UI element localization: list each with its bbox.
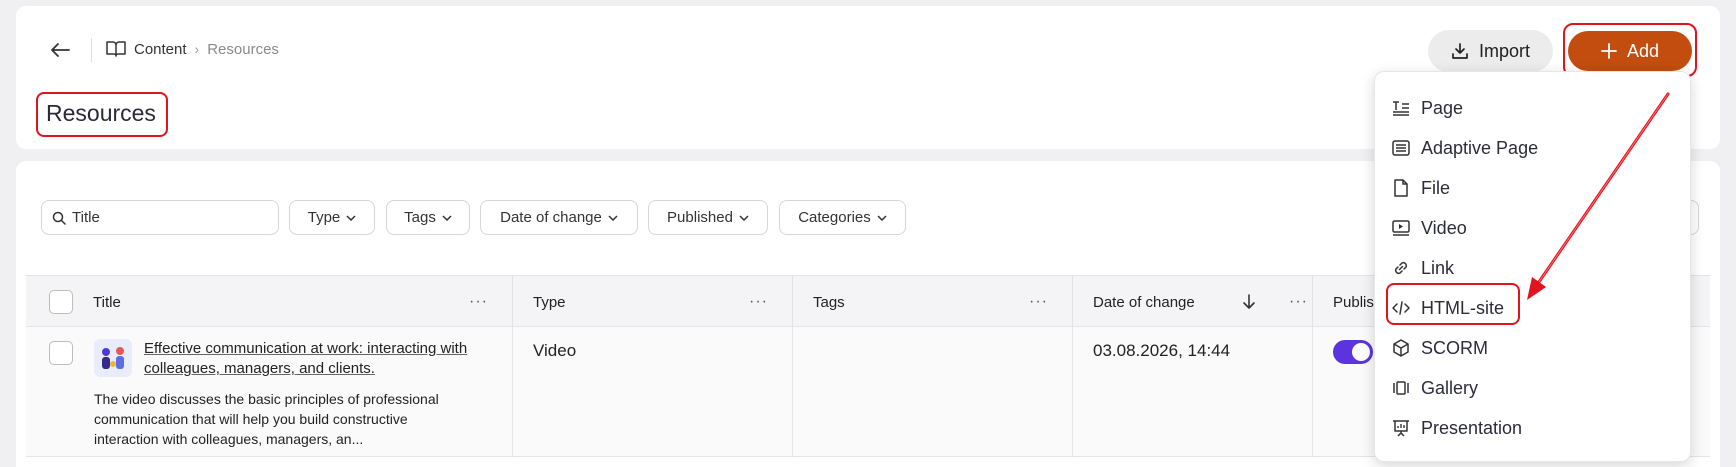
page-icon	[1391, 98, 1411, 118]
cube-icon	[1391, 338, 1411, 358]
import-label: Import	[1478, 40, 1530, 61]
link-icon	[1391, 258, 1411, 278]
menu-item-label: Gallery	[1421, 377, 1479, 398]
column-separator	[792, 276, 793, 328]
breadcrumb-content[interactable]: Content	[134, 41, 187, 58]
video-icon	[1391, 218, 1411, 238]
cell-separator	[1312, 327, 1313, 457]
menu-item-presentation[interactable]: Presentation	[1391, 412, 1522, 444]
chevron-down-icon	[442, 214, 452, 221]
gallery-icon	[1391, 378, 1411, 398]
column-separator	[1072, 276, 1073, 328]
filter-type-label: Type	[307, 209, 341, 226]
sort-arrow-down-icon[interactable]	[1242, 294, 1256, 310]
column-tags[interactable]: Tags	[813, 276, 845, 328]
column-type[interactable]: Type	[533, 276, 566, 328]
search-input[interactable]	[72, 209, 252, 226]
menu-item-label: Video	[1421, 217, 1467, 238]
column-type-menu-icon[interactable]: ···	[749, 293, 768, 311]
search-icon	[52, 211, 66, 225]
breadcrumb-separator: ›	[194, 41, 200, 57]
import-button[interactable]: Import	[1428, 30, 1553, 72]
breadcrumb: Content › Resources	[106, 40, 279, 58]
filter-date-button[interactable]: Date of change	[480, 200, 638, 235]
menu-item-label: File	[1421, 177, 1451, 198]
cell-separator	[512, 327, 513, 457]
chevron-down-icon	[608, 214, 618, 221]
menu-item-link[interactable]: Link	[1391, 252, 1454, 284]
select-all-checkbox[interactable]	[49, 290, 73, 314]
column-title[interactable]: Title	[93, 276, 121, 328]
adaptive-page-icon	[1391, 138, 1411, 158]
menu-item-page[interactable]: Page	[1391, 92, 1463, 124]
chevron-down-icon	[739, 214, 749, 221]
column-title-menu-icon[interactable]: ···	[469, 293, 488, 311]
filter-tags-button[interactable]: Tags	[386, 200, 470, 235]
add-annotation-box	[1563, 23, 1697, 77]
menu-item-label: Presentation	[1421, 417, 1523, 438]
cell-separator	[792, 327, 793, 457]
column-separator	[512, 276, 513, 328]
download-icon	[1452, 43, 1468, 59]
header-divider	[91, 38, 92, 62]
breadcrumb-resources: Resources	[207, 40, 279, 58]
title-annotation-box	[36, 92, 168, 137]
menu-item-label: Adaptive Page	[1421, 137, 1539, 158]
row-title-link[interactable]: Effective communication at work: interac…	[144, 339, 494, 379]
row-date: 03.08.2026, 14:44	[1093, 341, 1231, 360]
html-site-annotation-box	[1386, 283, 1520, 325]
menu-item-label: Page	[1421, 97, 1464, 118]
column-date[interactable]: Date of change	[1093, 276, 1195, 328]
filter-categories-label: Categories	[798, 209, 871, 226]
book-icon	[106, 41, 126, 57]
row-type: Video	[533, 341, 577, 360]
menu-item-video[interactable]: Video	[1391, 212, 1467, 244]
menu-item-adaptive-page[interactable]: Adaptive Page	[1391, 132, 1538, 164]
back-button[interactable]	[46, 38, 74, 62]
menu-item-scorm[interactable]: SCORM	[1391, 332, 1488, 364]
menu-item-label: SCORM	[1421, 337, 1488, 358]
column-date-menu-icon[interactable]: ···	[1289, 293, 1308, 311]
column-published[interactable]: Publis	[1333, 276, 1374, 328]
published-toggle[interactable]	[1333, 340, 1373, 364]
filter-published-button[interactable]: Published	[648, 200, 768, 235]
arrow-left-icon	[51, 43, 70, 57]
search-box[interactable]	[41, 200, 279, 235]
menu-item-file[interactable]: File	[1391, 172, 1450, 204]
filter-published-label: Published	[667, 209, 733, 226]
chevron-down-icon	[877, 214, 887, 221]
row-checkbox[interactable]	[49, 341, 73, 365]
menu-item-label: Link	[1421, 257, 1455, 278]
video-thumbnail	[94, 339, 132, 377]
cell-separator	[1072, 327, 1073, 457]
filter-tags-label: Tags	[404, 209, 436, 226]
presentation-icon	[1391, 418, 1411, 438]
chevron-down-icon	[346, 214, 356, 221]
people-illustration-icon	[94, 339, 132, 377]
column-separator	[1312, 276, 1313, 328]
file-icon	[1391, 178, 1411, 198]
add-dropdown-menu: Page Adaptive Page File Video Link HTML-…	[1374, 71, 1691, 462]
column-tags-menu-icon[interactable]: ···	[1029, 293, 1048, 311]
filter-date-label: Date of change	[500, 209, 602, 226]
filter-type-button[interactable]: Type	[289, 200, 375, 235]
menu-item-gallery[interactable]: Gallery	[1391, 372, 1478, 404]
filter-categories-button[interactable]: Categories	[779, 200, 906, 235]
row-description: The video discusses the basic principles…	[94, 391, 439, 447]
